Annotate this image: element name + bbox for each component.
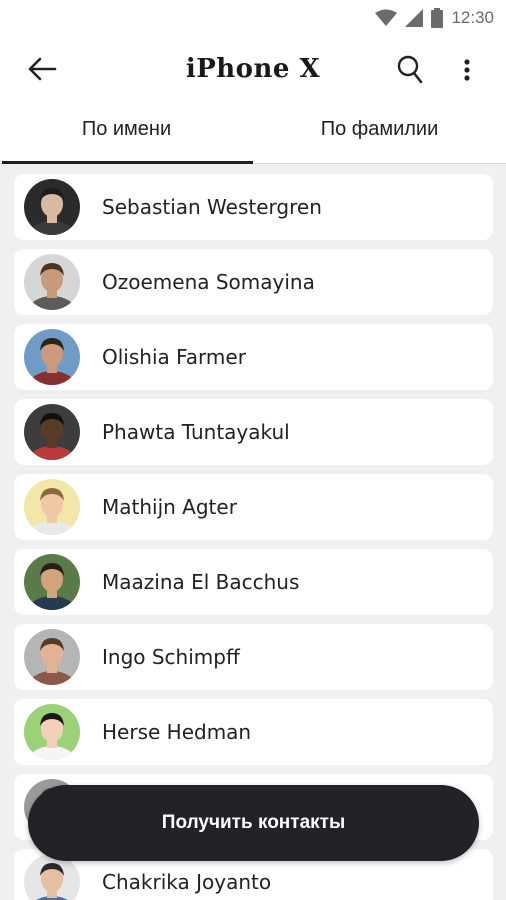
status-time: 12:30 xyxy=(451,8,494,27)
contact-list-item[interactable]: Herse Hedman xyxy=(14,699,493,765)
contact-name: Phawta Tuntayakul xyxy=(102,420,290,444)
contact-name: Mathijn Agter xyxy=(102,495,237,519)
battery-icon xyxy=(431,8,444,28)
page-title: iPhone X xyxy=(185,54,321,84)
avatar xyxy=(24,254,80,310)
sort-tabs: По имени По фамилии xyxy=(0,106,506,164)
avatar xyxy=(24,329,80,385)
contact-list-item[interactable]: Ingo Schimpff xyxy=(14,624,493,690)
avatar xyxy=(24,629,80,685)
contact-name: Maazina El Bacchus xyxy=(102,570,300,594)
status-bar: 12:30 xyxy=(0,0,506,36)
contact-list-item[interactable]: Olishia Farmer xyxy=(14,324,493,390)
avatar xyxy=(24,479,80,535)
contact-name: Chakrika Joyanto xyxy=(102,870,272,894)
contact-list-item[interactable]: Maazina El Bacchus xyxy=(14,549,493,615)
avatar xyxy=(24,404,80,460)
cell-signal-icon xyxy=(405,9,424,27)
tab-by-last-name[interactable]: По фамилии xyxy=(253,106,506,163)
contact-list-item[interactable]: Phawta Tuntayakul xyxy=(14,399,493,465)
avatar xyxy=(24,704,80,760)
more-button[interactable] xyxy=(452,52,482,92)
app-bar: iPhone X xyxy=(0,36,506,106)
search-button[interactable] xyxy=(390,52,430,92)
contact-name: Ingo Schimpff xyxy=(102,645,240,669)
more-vertical-icon xyxy=(464,58,470,86)
contact-name: Herse Hedman xyxy=(102,720,252,744)
avatar xyxy=(24,554,80,610)
tab-by-first-name[interactable]: По имени xyxy=(0,106,253,164)
contact-list-item[interactable]: Mathijn Agter xyxy=(14,474,493,540)
contact-name: Olishia Farmer xyxy=(102,345,246,369)
contact-name: Sebastian Westergren xyxy=(102,195,322,219)
contact-list-item[interactable]: Ozoemena Somayina xyxy=(14,249,493,315)
contact-list-item[interactable]: Sebastian Westergren xyxy=(14,174,493,240)
avatar xyxy=(24,179,80,235)
wifi-icon xyxy=(375,9,398,27)
get-contacts-button[interactable]: Получить контакты xyxy=(28,785,479,861)
search-icon xyxy=(396,55,424,90)
contact-name: Ozoemena Somayina xyxy=(102,270,315,294)
